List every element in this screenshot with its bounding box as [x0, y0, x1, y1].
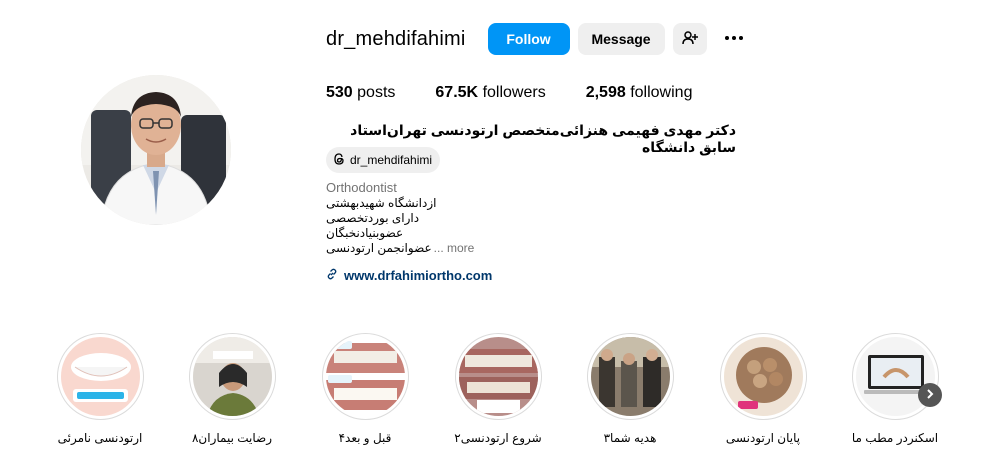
your-gift-thumb [590, 337, 670, 416]
following-label: following [630, 84, 693, 101]
before-after-thumb [325, 337, 405, 416]
bio-more-link[interactable]: ... more [434, 241, 475, 256]
profile-bio: ازدانشگاه شهیدبهشتی دارای بوردتخصصی عضوب… [326, 196, 474, 256]
threads-icon [332, 152, 350, 169]
website-link[interactable]: www.drfahimiortho.com [326, 268, 492, 283]
following-stat[interactable]: 2,598 following [586, 84, 693, 102]
highlight-label: شروع ارتودنسی۲ [454, 431, 542, 445]
posts-label: posts [357, 84, 396, 101]
highlight-item[interactable]: ارتودنسی نامرئی [45, 333, 155, 445]
options-button[interactable] [717, 23, 751, 55]
highlight-label: پایان ارتودنسی [725, 431, 801, 445]
threads-handle: dr_mehdifahimi [350, 153, 433, 167]
suggested-users-button[interactable] [672, 23, 707, 55]
highlight-item[interactable]: شروع ارتودنسی۲ [443, 333, 553, 445]
followers-count: 67.5K [435, 84, 479, 101]
highlight-label: قبل و بعد۴ [338, 431, 392, 445]
posts-stat: 530 posts [326, 84, 395, 102]
threads-badge[interactable]: dr_mehdifahimi [326, 147, 441, 173]
followers-stat[interactable]: 67.5K followers [435, 84, 545, 102]
website-url: www.drfahimiortho.com [344, 268, 493, 283]
profile-category: Orthodontist [326, 180, 397, 195]
add-person-icon [681, 30, 698, 49]
highlight-label: هدیه شما۳ [603, 431, 657, 445]
bio-line: ازدانشگاه شهیدبهشتی [326, 196, 437, 210]
bio-line: عضوبنیادنخبگان [326, 226, 404, 240]
start-orthodontics-thumb [458, 337, 538, 416]
highlight-item[interactable]: رضایت بیماران۸ [177, 333, 287, 445]
highlights-next-button[interactable] [918, 383, 942, 407]
highlight-label: ارتودنسی نامرئی [57, 431, 143, 445]
profile-header-row: dr_mehdifahimi Follow Message [326, 22, 751, 56]
highlight-item[interactable]: هدیه شما۳ [575, 333, 685, 445]
profile-username: dr_mehdifahimi [326, 27, 466, 50]
message-button[interactable]: Message [577, 23, 665, 55]
highlight-item[interactable]: قبل و بعد۴ [310, 333, 420, 445]
patient-satisfaction-thumb [192, 337, 272, 416]
highlight-label: اسکنردر مطب ما [851, 431, 939, 445]
following-count: 2,598 [585, 84, 626, 101]
story-highlights: ارتودنسی نامرئی رضایت بیماران۸ قبل و بعد… [0, 333, 995, 463]
profile-stats: 530 posts 67.5K followers 2,598 followin… [326, 84, 732, 102]
invisible-aligner-thumb [60, 337, 140, 416]
end-orthodontics-thumb [723, 337, 803, 416]
followers-label: followers [482, 84, 546, 101]
bio-line: عضوانجمن ارتودنسی [326, 241, 432, 255]
highlight-item[interactable]: پایان ارتودنسی [708, 333, 818, 445]
more-dots-icon [722, 26, 746, 53]
chevron-right-icon [925, 386, 935, 404]
highlight-label: رضایت بیماران۸ [191, 431, 273, 445]
bio-line: دارای بوردتخصصی [326, 211, 420, 225]
posts-count: 530 [326, 84, 353, 101]
follow-button[interactable]: Follow [487, 23, 570, 55]
profile-avatar[interactable] [81, 75, 231, 225]
link-icon [326, 268, 344, 283]
